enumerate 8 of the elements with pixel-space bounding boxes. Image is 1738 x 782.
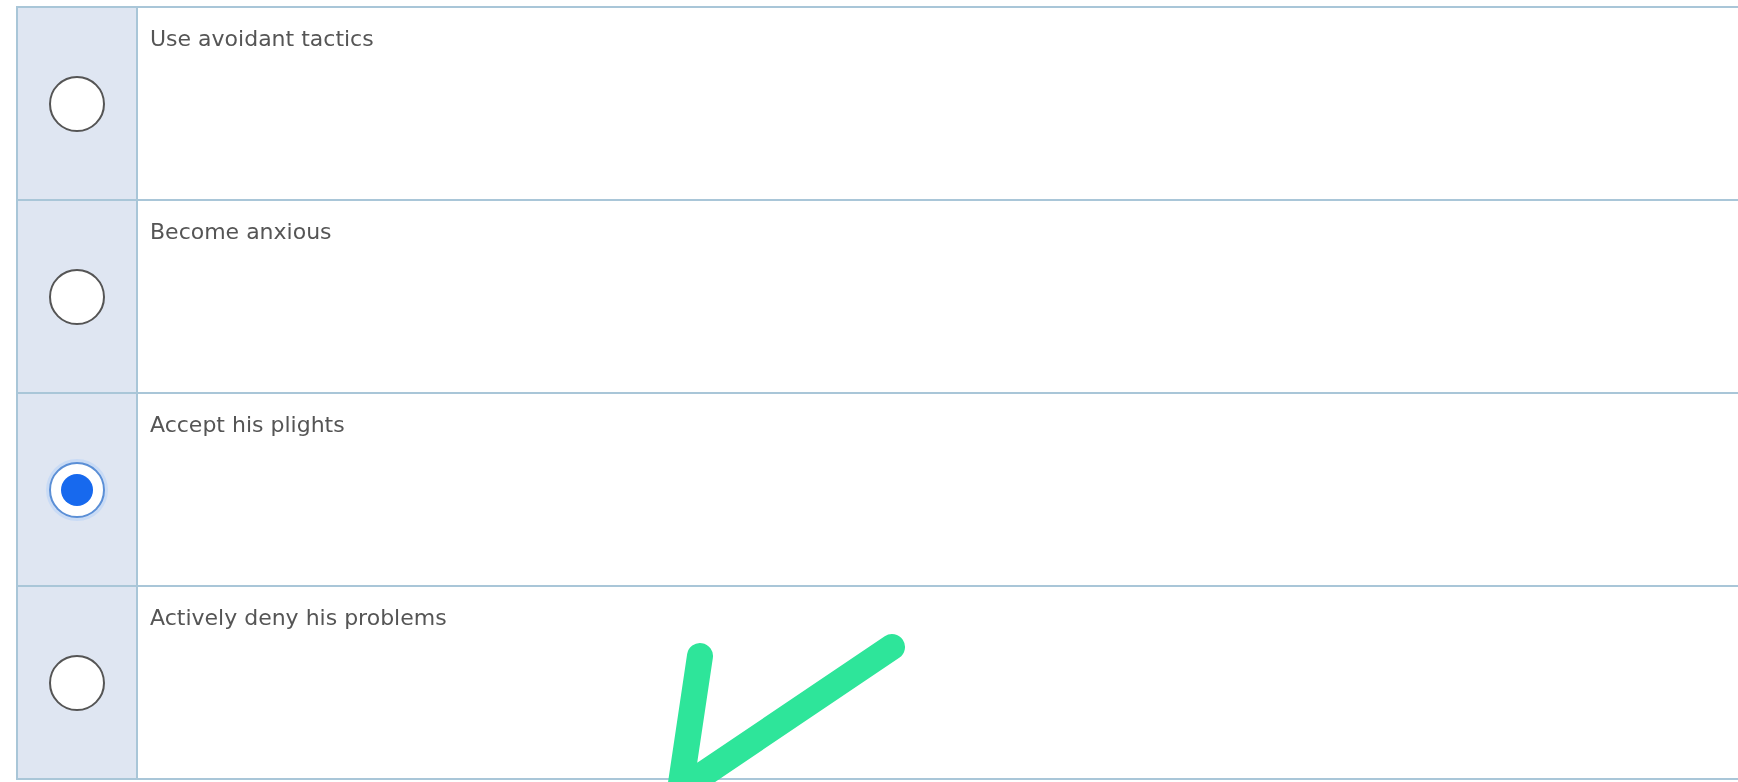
option-label: Accept his plights: [150, 412, 345, 437]
radio-button[interactable]: [49, 461, 105, 518]
option-label: Become anxious: [150, 219, 332, 244]
radio-button[interactable]: [49, 654, 105, 711]
radio-button[interactable]: [49, 268, 105, 325]
option-label: Use avoidant tactics: [150, 26, 374, 51]
radio-button[interactable]: [49, 75, 105, 132]
option-label: Actively deny his problems: [150, 605, 447, 630]
